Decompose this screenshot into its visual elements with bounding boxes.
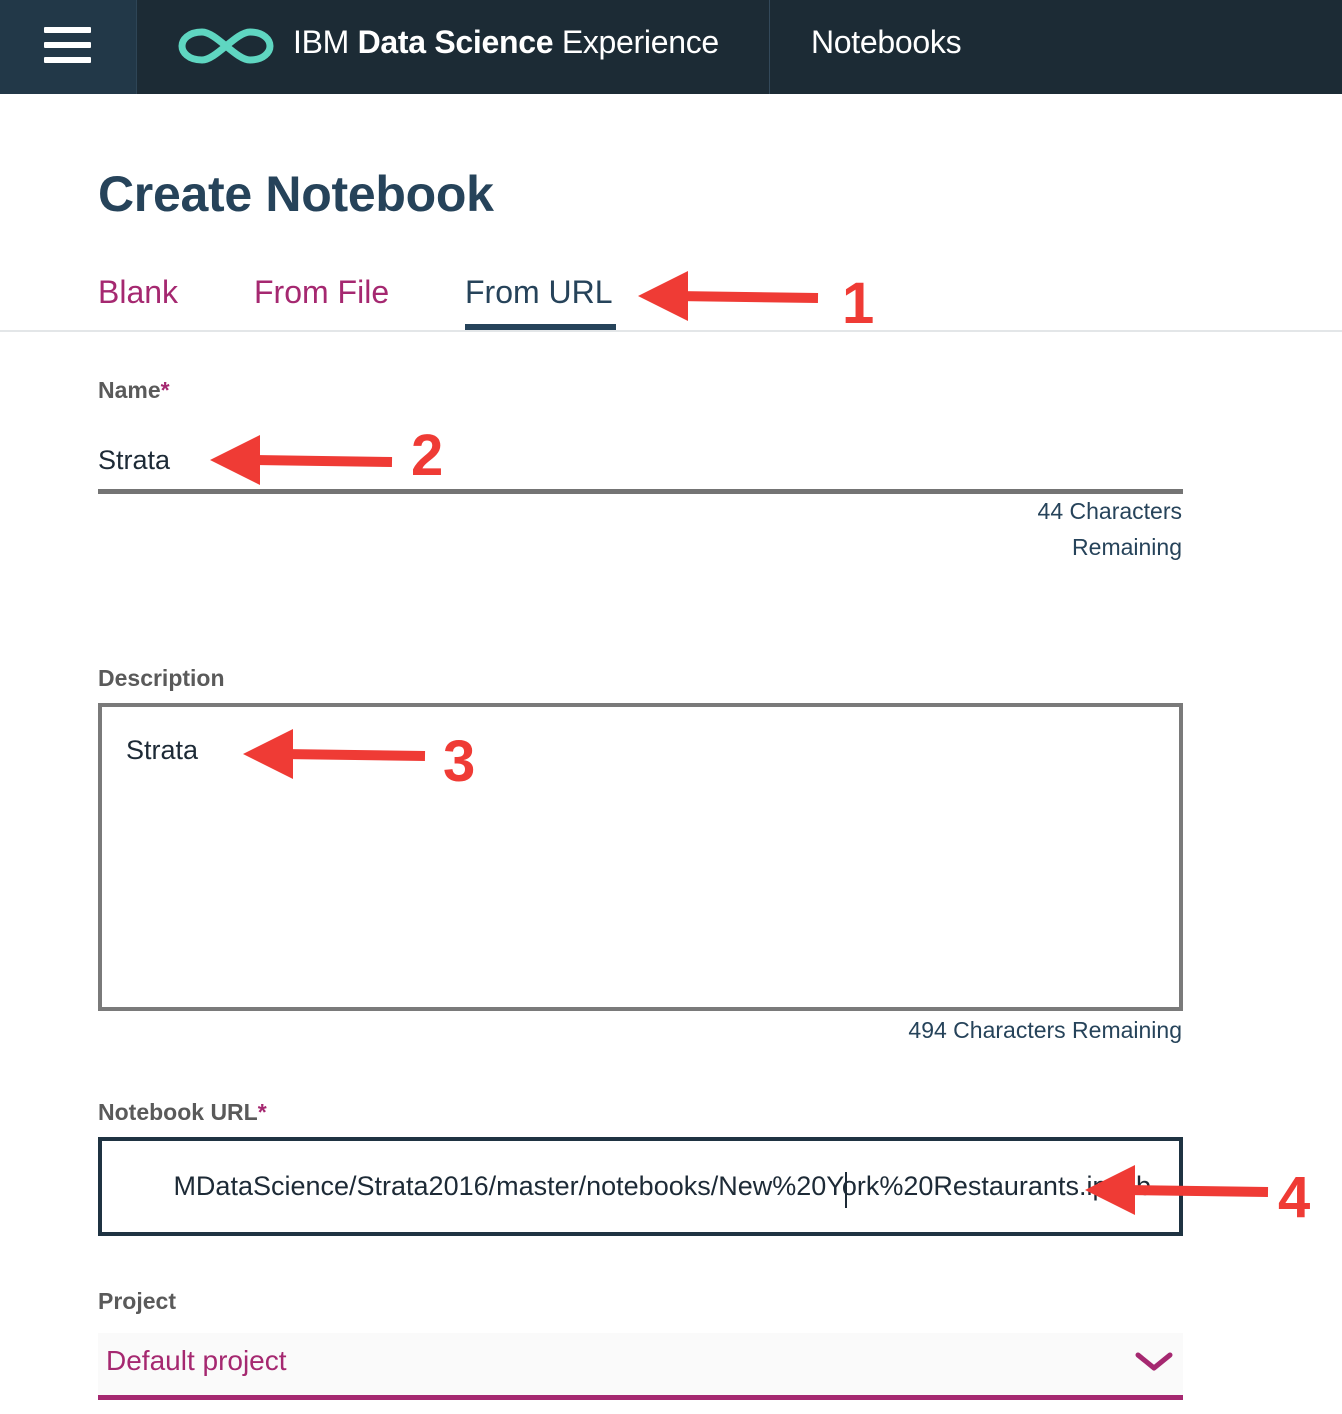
annotation-number: 4 (1278, 1165, 1311, 1230)
annotation-number: 3 (443, 729, 476, 794)
annotation-overlay (210, 271, 1269, 1215)
arrow-left-icon (1085, 1165, 1269, 1215)
annotation-number: 1 (842, 271, 875, 336)
annotation-number: 2 (411, 423, 444, 488)
arrow-left-icon (210, 435, 393, 485)
arrow-left-icon (243, 729, 426, 779)
arrow-left-icon (638, 271, 819, 321)
